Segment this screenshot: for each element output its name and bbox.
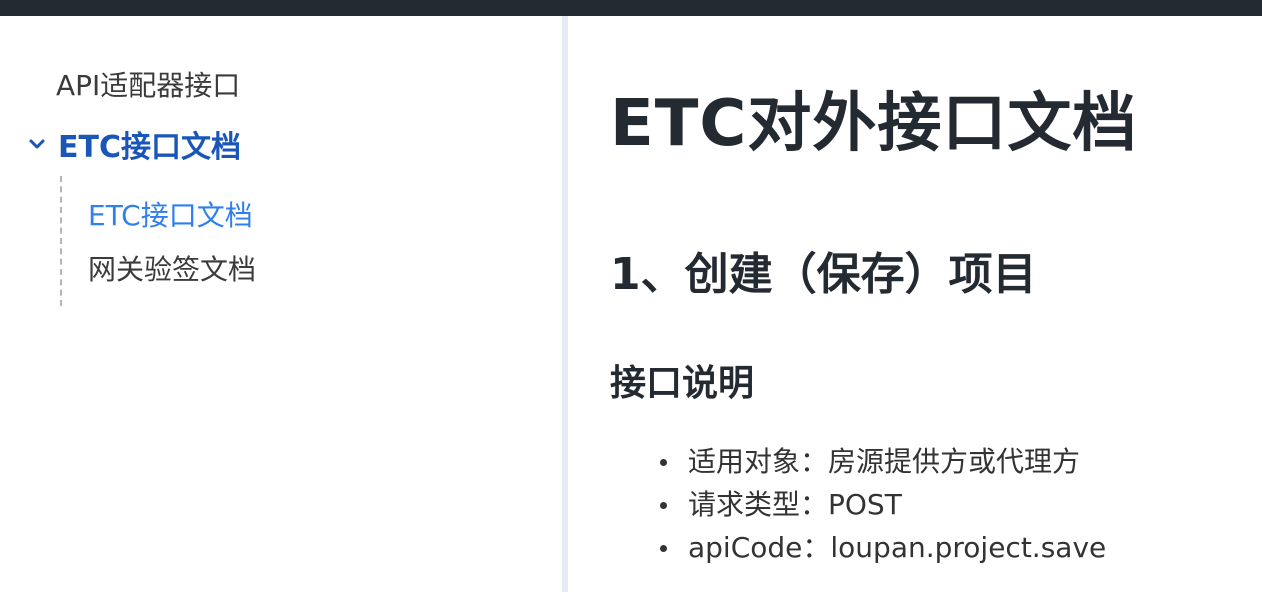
sidebar-group-label: ETC接口文档 — [58, 130, 241, 165]
subsection-heading: 接口说明 — [610, 363, 755, 404]
sidebar-item-gateway-docs[interactable]: 网关验签文档 — [88, 248, 256, 288]
sidebar: API适配器接口 ETC接口文档 ETC接口文档 网关验签文档 — [0, 16, 562, 592]
list-item-text: 请求类型：POST — [688, 488, 902, 521]
sidebar-group-etc[interactable]: ETC接口文档 — [28, 122, 241, 166]
top-bar — [0, 0, 1262, 16]
list-item-text: 适用对象：房源提供方或代理方 — [688, 445, 1081, 478]
bullet-dot-icon — [660, 545, 667, 552]
list-item: apiCode：loupan.project.save — [660, 526, 1106, 569]
info-list: 适用对象：房源提供方或代理方 请求类型：POST apiCode：loupan.… — [660, 440, 1106, 569]
list-item: 适用对象：房源提供方或代理方 — [660, 440, 1106, 483]
sidebar-subtree: ETC接口文档 网关验签文档 — [60, 176, 256, 306]
list-item: 请求类型：POST — [660, 483, 1106, 526]
chevron-down-icon[interactable] — [28, 135, 46, 153]
main-content: ETC对外接口文档 1、创建（保存）项目 接口说明 适用对象：房源提供方或代理方… — [568, 16, 1262, 592]
list-item-text: apiCode：loupan.project.save — [688, 531, 1107, 564]
section-heading: 1、创建（保存）项目 — [610, 249, 1037, 300]
sidebar-item-etc-docs[interactable]: ETC接口文档 — [88, 194, 253, 234]
bullet-dot-icon — [660, 459, 667, 466]
sidebar-item-api-adapter[interactable]: API适配器接口 — [56, 64, 240, 104]
page-title: ETC对外接口文档 — [610, 87, 1138, 161]
bullet-dot-icon — [660, 502, 667, 509]
